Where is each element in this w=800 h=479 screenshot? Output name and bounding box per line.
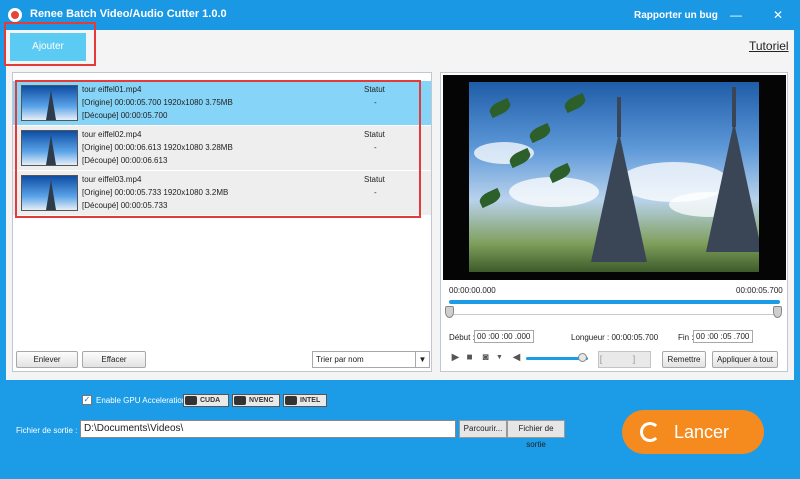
volume-icon[interactable]: ◀ <box>511 352 522 363</box>
clear-button[interactable]: Effacer <box>82 351 146 368</box>
nvenc-badge: NVENC <box>232 394 280 407</box>
trim-end-handle[interactable] <box>773 306 782 318</box>
cuda-badge: CUDA <box>183 394 229 407</box>
trim-start-handle[interactable] <box>445 306 454 318</box>
stop-icon[interactable]: ■ <box>464 352 475 363</box>
end-label: Fin : <box>678 333 694 342</box>
file-list-highlight <box>15 80 421 218</box>
apply-all-button[interactable]: Appliquer à tout <box>712 351 778 368</box>
add-button-highlight <box>4 22 96 66</box>
play-icon[interactable]: ▶ <box>450 352 461 363</box>
reset-button[interactable]: Remettre <box>662 351 706 368</box>
video-frame <box>469 82 759 272</box>
open-output-folder-button[interactable]: Fichier de sortie <box>507 420 565 449</box>
current-time: 00:00:00.000 <box>449 286 496 295</box>
chevron-down-icon[interactable]: ▼ <box>415 352 429 367</box>
report-bug-link[interactable]: Rapporter un bug <box>634 10 718 21</box>
intel-badge: INTEL <box>283 394 327 407</box>
remove-button[interactable]: Enlever <box>16 351 78 368</box>
total-time: 00:00:05.700 <box>736 286 783 295</box>
title-bar: Renee Batch Video/Audio Cutter 1.0.0 Rap… <box>0 0 800 30</box>
app-logo-icon <box>8 8 22 22</box>
end-time-input[interactable]: 00 :00 :05 .700 <box>693 330 753 343</box>
gpu-label: Enable GPU Acceleration <box>96 396 187 405</box>
minimize-icon[interactable]: — <box>729 8 743 22</box>
app-title: Renee Batch Video/Audio Cutter 1.0.0 <box>30 8 227 20</box>
timeline-bar[interactable] <box>449 300 780 304</box>
start-label: Début : <box>449 333 475 342</box>
launch-label: Lancer <box>674 422 730 442</box>
video-preview[interactable] <box>443 75 786 280</box>
output-path-input[interactable]: D:\Documents\Videos\ <box>80 420 456 438</box>
close-icon[interactable]: ✕ <box>771 8 785 22</box>
camera-icon[interactable]: ◙ <box>480 352 491 363</box>
mark-buttons[interactable]: [ ] <box>598 351 651 368</box>
gpu-checkbox[interactable]: ✓ <box>82 395 92 405</box>
start-time-input[interactable]: 00 :00 :00 .000 <box>474 330 534 343</box>
volume-knob[interactable] <box>577 353 587 362</box>
sort-value: Trier par nom <box>316 355 364 364</box>
output-label: Fichier de sortie : <box>16 426 78 435</box>
sort-select[interactable]: Trier par nom ▼ <box>312 351 430 368</box>
chevron-down-icon[interactable]: ▼ <box>494 352 505 363</box>
length-label: Longueur : 00:00:05.700 <box>571 333 659 342</box>
tutorial-link[interactable]: Tutoriel <box>749 39 789 53</box>
browse-button[interactable]: Parcourir... <box>459 420 507 438</box>
refresh-icon <box>640 422 660 442</box>
launch-button[interactable]: Lancer <box>622 410 764 454</box>
trim-track <box>449 314 780 315</box>
